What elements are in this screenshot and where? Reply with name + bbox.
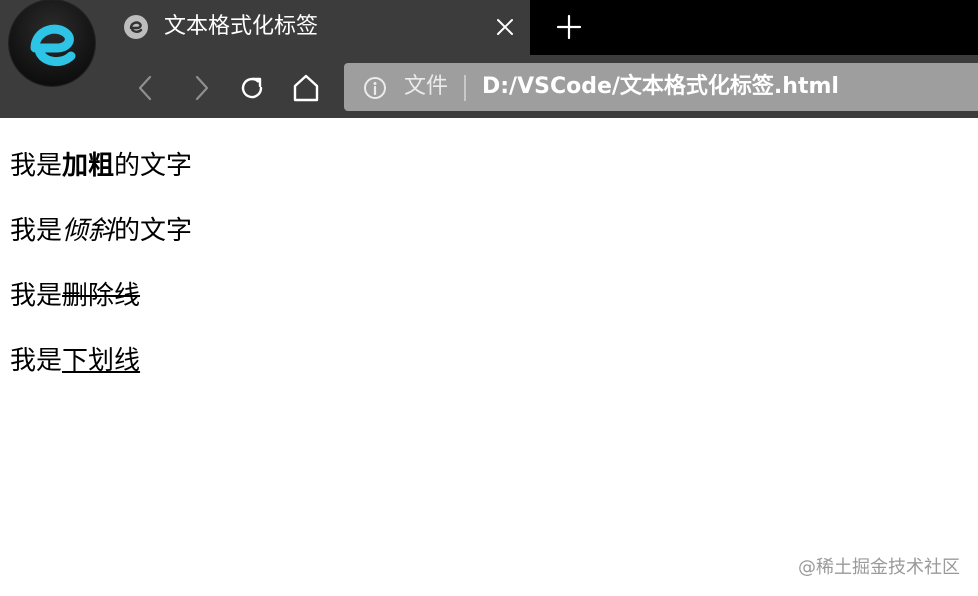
line-prefix: 我是 bbox=[10, 346, 63, 376]
text-line-underline: 我是下划线 bbox=[10, 341, 192, 381]
watermark: @稀土掘金技术社区 bbox=[798, 557, 960, 578]
strikethrough-text: 删除线 bbox=[62, 281, 141, 311]
line-prefix: 我是 bbox=[10, 151, 63, 181]
underline-text: 下划线 bbox=[62, 346, 141, 376]
address-bar[interactable]: 文件 D:/VSCode/文本格式化标签.html bbox=[344, 63, 978, 111]
tab-active[interactable]: 文本格式化标签 bbox=[100, 0, 530, 55]
line-suffix: 的文字 bbox=[114, 216, 193, 246]
chevron-right-icon[interactable] bbox=[185, 72, 217, 104]
url-scheme-label: 文件 bbox=[404, 74, 449, 99]
line-prefix: 我是 bbox=[10, 281, 63, 311]
browser-chrome: 文本格式化标签 文件 D:/VSCode/文本格式化标签.html bbox=[0, 0, 978, 118]
plus-icon[interactable] bbox=[553, 11, 585, 43]
browser-logo-icon[interactable] bbox=[9, 0, 95, 86]
text-line-italic: 我是倾斜的文字 bbox=[10, 211, 192, 251]
url-text[interactable]: D:/VSCode/文本格式化标签.html bbox=[482, 72, 839, 102]
chevron-left-icon[interactable] bbox=[130, 72, 162, 104]
home-icon[interactable] bbox=[290, 72, 322, 104]
bold-text: 加粗 bbox=[62, 151, 115, 181]
address-divider bbox=[464, 75, 466, 101]
title-bar bbox=[530, 0, 978, 55]
tab-title: 文本格式化标签 bbox=[164, 14, 319, 39]
line-prefix: 我是 bbox=[10, 216, 63, 246]
italic-text: 倾斜 bbox=[62, 216, 115, 246]
page-content: 我是加粗的文字 我是倾斜的文字 我是删除线 我是下划线 bbox=[10, 146, 192, 406]
close-icon[interactable] bbox=[490, 12, 520, 42]
browser-logo-icon bbox=[124, 15, 148, 39]
text-line-bold: 我是加粗的文字 bbox=[10, 146, 192, 186]
info-icon[interactable] bbox=[362, 75, 388, 101]
line-suffix: 的文字 bbox=[114, 151, 193, 181]
reload-icon[interactable] bbox=[236, 72, 268, 104]
text-line-strikethrough: 我是删除线 bbox=[10, 276, 192, 316]
